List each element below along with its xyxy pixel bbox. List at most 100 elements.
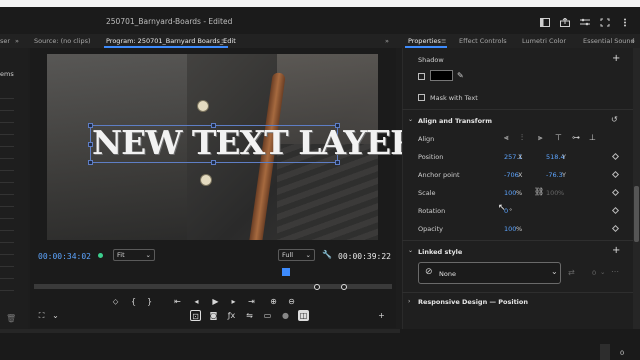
- list-item[interactable]: [0, 122, 14, 134]
- shadow-color-swatch[interactable]: [430, 70, 453, 81]
- step-forward-icon[interactable]: ▸: [228, 296, 239, 307]
- settings-sliders-icon[interactable]: [580, 18, 590, 27]
- list-item[interactable]: [0, 230, 14, 242]
- list-item[interactable]: [0, 146, 14, 158]
- scrub-bar[interactable]: [34, 284, 392, 289]
- fullscreen-icon[interactable]: [600, 18, 610, 27]
- add-button-icon[interactable]: +: [376, 310, 387, 321]
- zoom-select[interactable]: Fit ⌄: [113, 249, 155, 261]
- chevron-down-icon[interactable]: ⌄: [50, 310, 61, 321]
- shadow-label: Shadow: [418, 56, 444, 64]
- eyedropper-icon[interactable]: ✎: [457, 71, 464, 80]
- scale-value[interactable]: 100: [504, 189, 516, 197]
- linked-style-header[interactable]: Linked style: [418, 248, 462, 256]
- align-left-icon[interactable]: ⫷: [504, 133, 509, 143]
- tab-properties[interactable]: Properties: [408, 37, 441, 45]
- list-item[interactable]: [0, 158, 14, 170]
- add-shadow-icon[interactable]: +: [612, 53, 620, 64]
- go-to-out-icon[interactable]: ⇥: [246, 296, 257, 307]
- link-icon[interactable]: ⛓: [534, 187, 544, 196]
- go-to-in-icon[interactable]: ⇤: [172, 296, 183, 307]
- anchor-x-value[interactable]: -706: [504, 171, 519, 179]
- list-item[interactable]: [0, 170, 14, 182]
- out-point-marker[interactable]: [341, 284, 347, 290]
- align-transform-header[interactable]: Align and Transform: [418, 117, 492, 125]
- list-item[interactable]: [0, 98, 14, 110]
- timeline-track: [0, 329, 400, 333]
- list-item[interactable]: [0, 134, 14, 146]
- opacity-value[interactable]: 100: [504, 225, 516, 233]
- mark-out-icon[interactable]: }: [144, 296, 155, 307]
- add-style-icon[interactable]: +: [612, 245, 620, 256]
- list-item[interactable]: [0, 242, 14, 254]
- shadow-checkbox[interactable]: [418, 73, 425, 80]
- tab-program[interactable]: Program: 250701_Barnyard Boards_Edit: [106, 37, 236, 45]
- list-item[interactable]: [0, 266, 14, 278]
- play-icon[interactable]: ▶: [210, 296, 221, 307]
- mask-with-text-checkbox[interactable]: [418, 94, 425, 101]
- chevron-right-icon[interactable]: ›: [408, 298, 410, 305]
- tab-lumetri-color[interactable]: Lumetri Color: [522, 37, 566, 45]
- sync-style-icon[interactable]: ⇄: [568, 268, 575, 277]
- in-point-marker[interactable]: [314, 284, 320, 290]
- current-timecode[interactable]: 00:00:34:02: [38, 252, 91, 261]
- multicam-icon[interactable]: ▭: [262, 310, 273, 321]
- expand-panels-icon-3[interactable]: »: [631, 37, 635, 45]
- list-item[interactable]: [0, 254, 14, 266]
- align-middle-icon[interactable]: ⊶: [572, 133, 580, 142]
- lift-icon[interactable]: ⊕: [268, 296, 279, 307]
- expand-panels-icon-2[interactable]: »: [385, 37, 389, 45]
- proxy-toggle-icon[interactable]: ⇋: [244, 310, 255, 321]
- list-item[interactable]: [0, 182, 14, 194]
- safe-margins-icon[interactable]: ⛶: [36, 310, 47, 321]
- wrench-icon[interactable]: 🔧: [322, 250, 332, 259]
- left-panel-label: ems: [0, 70, 14, 78]
- list-item[interactable]: [0, 218, 14, 230]
- share-icon[interactable]: [560, 18, 570, 27]
- tab-menu-icon[interactable]: ≡: [221, 37, 226, 45]
- step-back-icon[interactable]: ◂: [191, 296, 202, 307]
- record-icon[interactable]: ●: [280, 310, 291, 321]
- expand-panels-icon[interactable]: »: [15, 37, 19, 45]
- quality-select[interactable]: Full ⌄: [278, 249, 315, 261]
- chevron-down-icon[interactable]: ⌄: [408, 116, 413, 123]
- tab-source[interactable]: Source: (no clips): [34, 37, 91, 45]
- list-item[interactable]: [0, 278, 14, 290]
- responsive-design-header[interactable]: Responsive Design — Position: [418, 298, 528, 306]
- fx-icon[interactable]: ƒx: [226, 310, 237, 321]
- panel-icon[interactable]: [540, 18, 550, 27]
- linked-style-value: None: [439, 270, 456, 278]
- tab-properties-menu-icon[interactable]: ≡: [441, 37, 446, 45]
- scroll-thumb[interactable]: [634, 186, 639, 242]
- list-item[interactable]: [0, 110, 14, 122]
- tab-effect-controls[interactable]: Effect Controls: [459, 37, 507, 45]
- trash-icon[interactable]: 🗑: [6, 314, 16, 323]
- more-icon[interactable]: [620, 18, 630, 27]
- chevron-down-icon[interactable]: ⌄: [600, 268, 605, 276]
- comparison-view-icon[interactable]: ⊡: [190, 310, 201, 321]
- linked-style-select[interactable]: ⊘ None ⌄: [418, 262, 561, 284]
- chevron-down-icon[interactable]: ⌄: [408, 247, 413, 254]
- align-bottom-icon[interactable]: ⊥: [589, 133, 596, 142]
- extract-icon[interactable]: ⊖: [286, 296, 297, 307]
- vr-icon[interactable]: ◫: [298, 310, 309, 321]
- list-item[interactable]: [0, 194, 14, 206]
- left-panel: ems 🗑: [0, 48, 28, 329]
- tab-truncated[interactable]: ser: [0, 37, 10, 45]
- export-frame-icon[interactable]: ◙: [208, 310, 219, 321]
- list-item[interactable]: [0, 206, 14, 218]
- reset-icon[interactable]: ↺: [611, 115, 618, 124]
- text-layer-content[interactable]: NEW TEXT LAYER: [92, 123, 418, 162]
- align-right-icon[interactable]: ⫸: [538, 133, 543, 143]
- align-center-icon[interactable]: ⫶: [521, 133, 523, 143]
- align-top-icon[interactable]: ⊤: [555, 133, 562, 142]
- playhead[interactable]: [282, 268, 290, 276]
- list-item[interactable]: [0, 290, 14, 302]
- scale-second-unit: %: [558, 189, 565, 197]
- more-options-icon[interactable]: ⋯: [611, 267, 619, 276]
- scale-second-value: 100: [546, 189, 559, 197]
- add-marker-icon[interactable]: ⬦: [110, 296, 121, 307]
- tab-essential-sound[interactable]: Essential Sound: [583, 37, 635, 45]
- mark-in-icon[interactable]: {: [128, 296, 139, 307]
- anchor-y-value[interactable]: -76.3: [546, 171, 563, 179]
